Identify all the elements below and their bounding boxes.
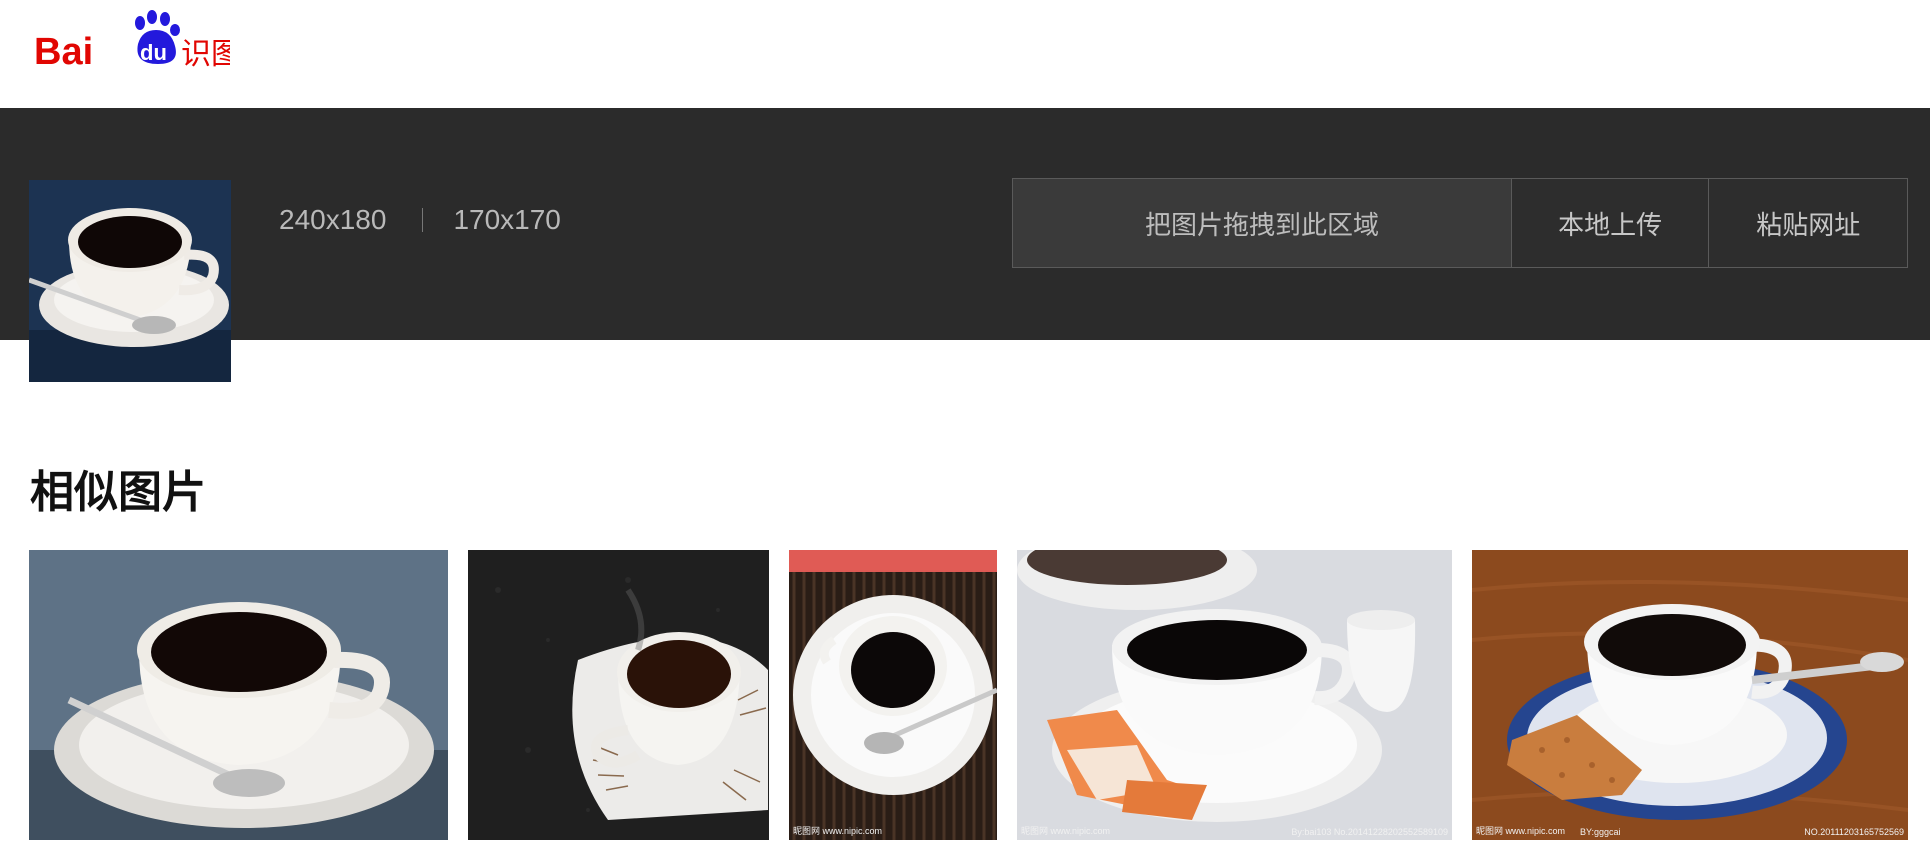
watermark: 昵图网 www.nipic.com xyxy=(1476,826,1566,836)
drag-drop-zone[interactable]: 把图片拖拽到此区域 xyxy=(1013,179,1512,267)
similar-image[interactable]: 昵图网 www.nipic.com xyxy=(789,550,997,840)
watermark: 昵图网 www.nipic.com xyxy=(793,826,883,836)
header: Bai du 识图 xyxy=(0,0,1930,108)
svg-text:du: du xyxy=(140,40,167,65)
baidu-shitu-logo[interactable]: Bai du 识图 xyxy=(34,6,241,73)
thumb-size-link[interactable]: 170x170 xyxy=(453,204,560,236)
query-image[interactable] xyxy=(29,180,231,382)
similar-image[interactable] xyxy=(29,550,448,840)
similar-image[interactable]: 昵图网 www.nipic.com By:bai103 No.201412282… xyxy=(1017,550,1452,840)
similar-images-heading: 相似图片 xyxy=(30,467,206,518)
watermark: NO.20111203165752569 xyxy=(1804,827,1904,837)
local-upload-button[interactable]: 本地上传 xyxy=(1511,179,1710,267)
watermark: BY:gggcai xyxy=(1580,827,1621,837)
size-separator xyxy=(422,208,424,232)
image-size-info: 240x180 170x170 xyxy=(279,200,561,240)
watermark: 昵图网 www.nipic.com xyxy=(1021,826,1111,836)
watermark: By:bai103 No.20141228202552589109 xyxy=(1291,827,1448,837)
svg-text:识图: 识图 xyxy=(181,37,230,72)
original-size-link[interactable]: 240x180 xyxy=(279,204,386,236)
similar-image[interactable]: 昵图网 www.nipic.com BY:gggcai NO.201112031… xyxy=(1472,550,1908,840)
similar-images-grid: 昵图网 www.nipic.com 昵图网 www.nipic.com By:b… xyxy=(0,550,1930,840)
paste-url-button[interactable]: 粘贴网址 xyxy=(1709,179,1908,267)
similar-image[interactable] xyxy=(468,550,769,840)
svg-text:Bai: Bai xyxy=(34,31,93,72)
upload-area: 把图片拖拽到此区域 本地上传 粘贴网址 xyxy=(1012,178,1908,268)
